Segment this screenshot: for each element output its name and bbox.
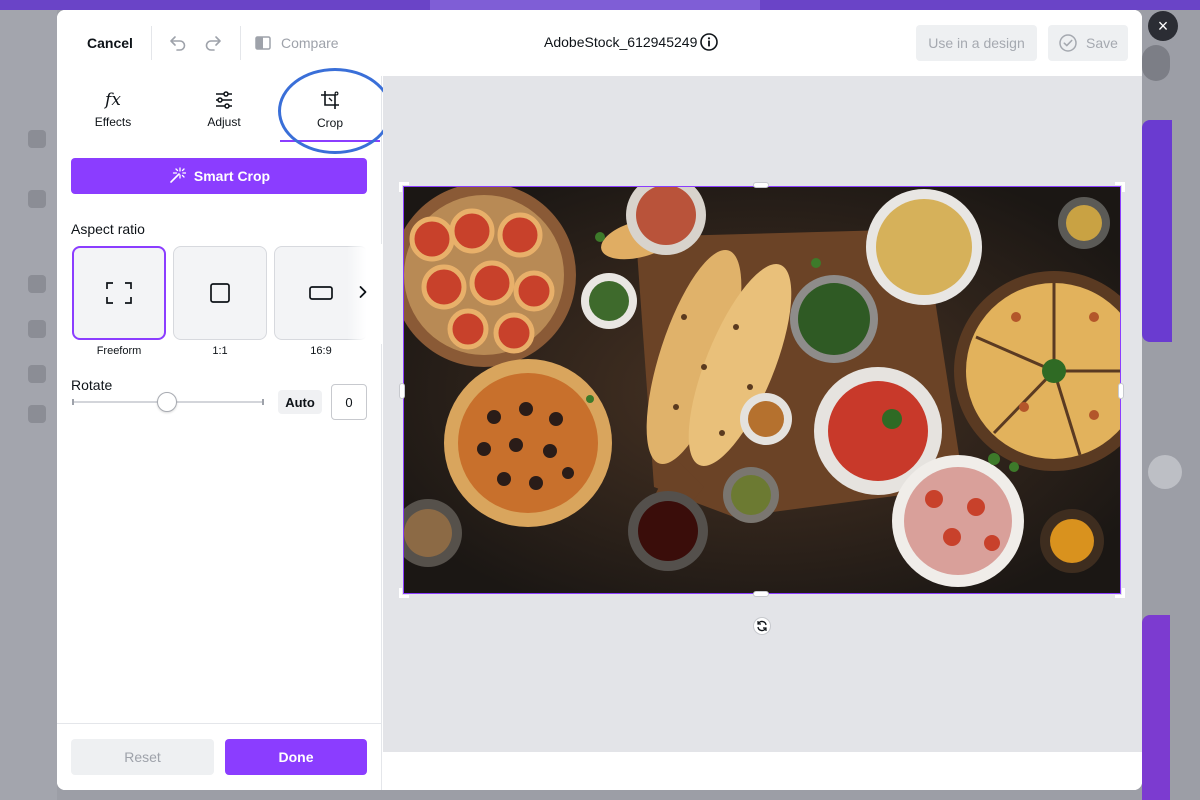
ratio-1-1-option[interactable] <box>173 246 267 340</box>
chevron-right-icon <box>359 286 367 298</box>
tab-crop[interactable]: Crop <box>280 76 380 144</box>
image-canvas <box>383 76 1142 752</box>
square-icon <box>210 283 230 303</box>
background-card <box>1142 615 1170 800</box>
fx-icon: fx <box>105 90 121 110</box>
done-button[interactable]: Done <box>225 739 367 775</box>
tab-label: Crop <box>316 116 343 130</box>
save-button[interactable]: Save <box>1048 25 1128 61</box>
ratio-option-label: Freeform <box>96 345 142 357</box>
editor-tabs: fx Effects Adjust Crop <box>57 76 382 144</box>
save-label: Save <box>1086 35 1118 51</box>
aspect-ratio-heading: Aspect ratio <box>71 221 145 237</box>
food-photo[interactable] <box>403 186 1121 594</box>
compare-icon <box>255 36 271 50</box>
compare-label: Compare <box>281 35 339 51</box>
check-circle-icon <box>1059 34 1077 52</box>
crop-edge-handle-right[interactable] <box>1118 383 1124 399</box>
crop-corner-handle[interactable] <box>399 182 409 192</box>
food-photo-illustration <box>404 187 1120 593</box>
canvas-footer <box>383 752 1142 790</box>
rotate-angle-input[interactable] <box>331 384 367 420</box>
background-card <box>1142 120 1172 342</box>
image-editor-modal: Cancel Compare AdobeStock_612945249 Use … <box>57 10 1142 790</box>
toolbar-divider <box>151 26 152 60</box>
tab-label: Effects <box>94 115 132 129</box>
rotate-handle[interactable] <box>753 617 771 635</box>
crop-edge-handle-bottom[interactable] <box>753 591 769 597</box>
slider-tick <box>262 399 264 405</box>
tab-label: Adjust <box>207 115 241 129</box>
freeform-icon <box>106 282 132 304</box>
crop-icon <box>321 91 339 109</box>
crop-edge-handle-top[interactable] <box>753 182 769 188</box>
cancel-button[interactable]: Cancel <box>75 28 145 58</box>
tab-adjust[interactable]: Adjust <box>174 76 274 144</box>
image-filename: AdobeStock_612945249 <box>544 34 698 50</box>
crop-corner-handle[interactable] <box>399 588 409 598</box>
reset-button[interactable]: Reset <box>71 739 214 775</box>
crop-corner-handle[interactable] <box>1115 182 1125 192</box>
sliders-icon <box>216 91 232 109</box>
ratio-scroll-next-button[interactable] <box>355 282 371 302</box>
smart-crop-label: Smart Crop <box>193 168 271 184</box>
rotate-heading: Rotate <box>71 377 113 393</box>
magic-wand-icon <box>170 167 186 183</box>
slider-tick <box>72 399 74 405</box>
redo-button[interactable] <box>200 30 226 56</box>
rotate-auto-button[interactable]: Auto <box>278 390 322 414</box>
panel-divider <box>57 723 382 724</box>
active-tab-indicator <box>280 140 380 142</box>
rotate-slider-thumb[interactable] <box>157 392 177 412</box>
background-sidebar <box>0 10 57 800</box>
widescreen-icon <box>309 286 333 300</box>
ratio-16-9-option[interactable] <box>274 246 368 340</box>
undo-button[interactable] <box>165 30 191 56</box>
ratio-option-label: 1:1 <box>212 345 228 357</box>
smart-crop-button[interactable]: Smart Crop <box>71 158 367 194</box>
close-icon: × <box>1157 15 1169 36</box>
crop-tools-panel: fx Effects Adjust Crop Smart Crop Aspect… <box>57 76 382 790</box>
tab-effects[interactable]: fx Effects <box>63 76 163 144</box>
crop-corner-handle[interactable] <box>1115 588 1125 598</box>
info-icon[interactable] <box>700 33 718 51</box>
compare-button[interactable]: Compare <box>253 28 339 58</box>
background-nav-circle <box>1148 455 1182 489</box>
ratio-option-label: 16:9 <box>310 345 332 357</box>
toolbar-divider <box>240 26 241 60</box>
rotate-icon <box>757 620 767 632</box>
ratio-freeform-option[interactable] <box>72 246 166 340</box>
undo-icon <box>170 36 186 51</box>
crop-edge-handle-left[interactable] <box>399 383 405 399</box>
close-editor-button[interactable]: × <box>1148 11 1178 41</box>
editor-topbar: Cancel Compare AdobeStock_612945249 Use … <box>57 10 1142 76</box>
redo-icon <box>205 36 221 51</box>
background-topbar <box>0 0 1200 10</box>
background-avatar <box>1142 45 1170 81</box>
use-in-design-button[interactable]: Use in a design <box>916 25 1037 61</box>
